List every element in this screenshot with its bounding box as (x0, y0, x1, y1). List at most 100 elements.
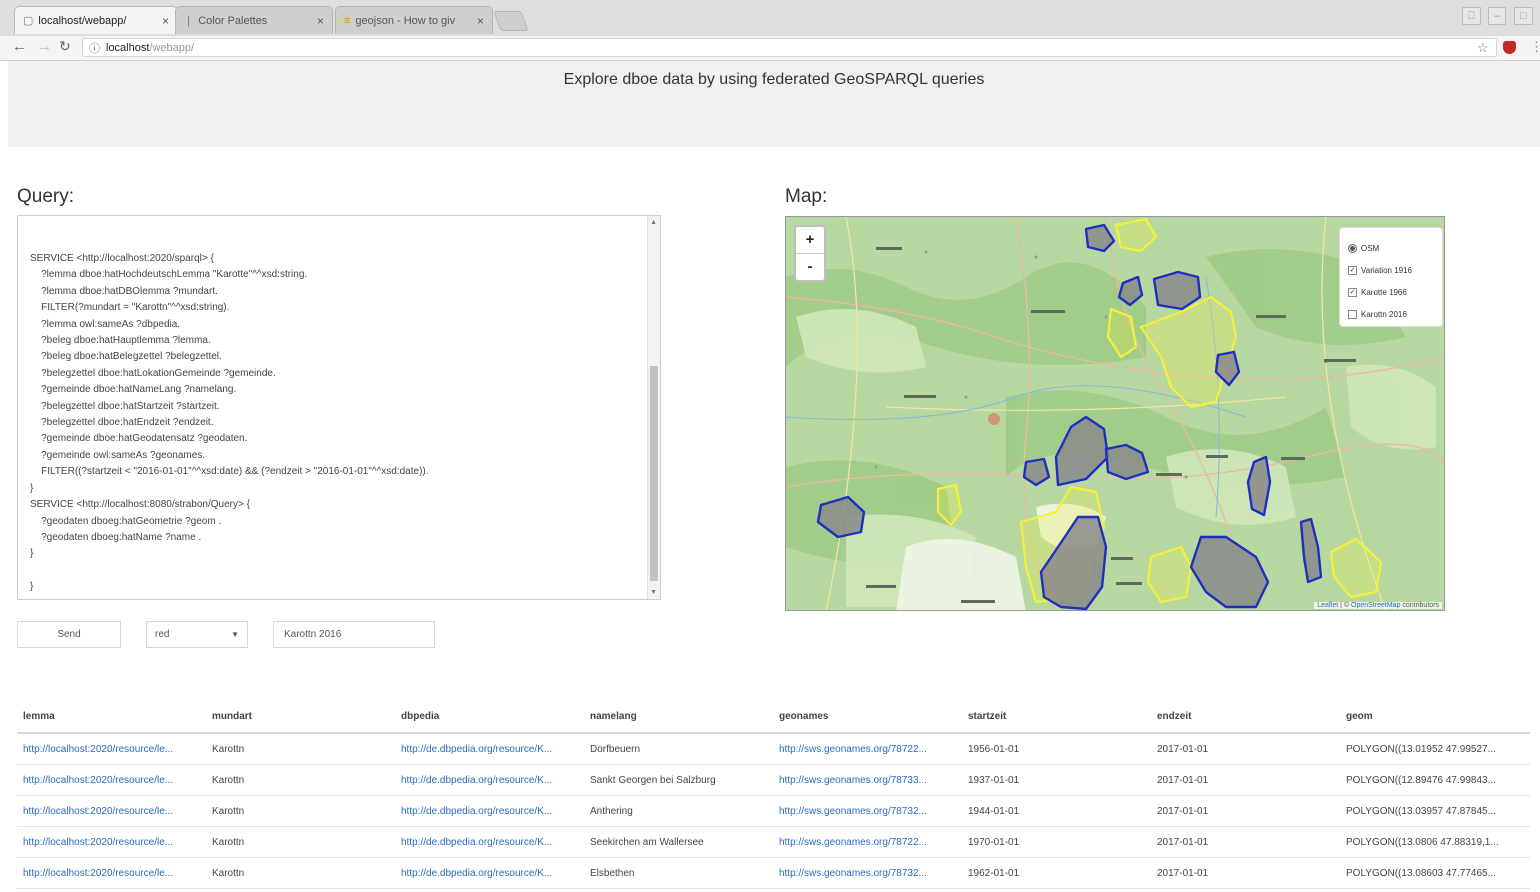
layer-control: OSM ✓ Variation 1916 ✓ Karotte 1966 Karo… (1339, 227, 1443, 327)
address-path: /webapp/ (149, 41, 195, 54)
minimize-icon[interactable]: – (1488, 7, 1507, 25)
radio-selected-icon[interactable] (1348, 243, 1357, 253)
endzeit-cell: 2017-01-01 (1157, 805, 1209, 817)
dbpedia-link[interactable]: http://de.dbpedia.org/resource/K... (395, 868, 584, 879)
scroll-thumb[interactable] (650, 366, 658, 581)
query-editor[interactable]: SERVICE <http://localhost:2020/sparql> {… (17, 215, 661, 600)
column-header[interactable]: geonames (773, 711, 962, 722)
page-header: Explore dboe data by using federated Geo… (8, 61, 1540, 147)
lemma-link[interactable]: http://localhost:2020/resource/le... (17, 775, 206, 786)
editor-scrollbar[interactable]: ▲ ▼ (647, 216, 660, 599)
mundart-cell: Karottn (212, 836, 245, 848)
layer-name-input[interactable]: Karottn 2016 (273, 621, 435, 648)
lemma-link[interactable]: http://localhost:2020/resource/le... (17, 837, 206, 848)
maximize-icon[interactable]: □ (1514, 7, 1533, 25)
user-profile-icon[interactable]: ⎕ (1462, 7, 1481, 25)
mundart-cell: Karottn (212, 805, 245, 817)
close-tab-icon[interactable]: × (317, 14, 324, 28)
column-header[interactable]: namelang (584, 711, 773, 722)
lemma-link[interactable]: http://localhost:2020/resource/le... (17, 868, 206, 879)
column-header[interactable]: lemma (17, 711, 206, 722)
browser-tab-color-palettes[interactable]: ❘ Color Palettes × (175, 6, 333, 34)
attribution-tail: contributors (1400, 602, 1439, 609)
close-tab-icon[interactable]: × (477, 14, 484, 28)
back-icon[interactable]: ← (12, 38, 27, 55)
chevron-down-icon: ▼ (231, 630, 239, 639)
zoom-in-button[interactable]: + (796, 227, 824, 253)
table-row: http://localhost:2020/resource/le... Kar… (17, 796, 1530, 827)
column-header[interactable]: geom (1340, 711, 1529, 722)
dbpedia-link[interactable]: http://de.dbpedia.org/resource/K... (395, 806, 584, 817)
geonames-link[interactable]: http://sws.geonames.org/78732... (773, 868, 962, 879)
color-select[interactable]: red ▼ (146, 621, 248, 648)
browser-menu-icon[interactable]: ⋮ (1530, 39, 1540, 55)
startzeit-cell: 1944-01-01 (968, 805, 1020, 817)
startzeit-cell: 1962-01-01 (968, 867, 1020, 879)
startzeit-cell: 1970-01-01 (968, 836, 1020, 848)
namelang-cell: Anthering (590, 805, 633, 817)
color-select-value: red (155, 629, 170, 640)
map-view[interactable]: + - OSM ✓ Variation 1916 ✓ Karotte 1966 … (785, 216, 1445, 611)
layer-option-base[interactable]: OSM (1348, 237, 1442, 259)
scroll-up-icon[interactable]: ▲ (650, 219, 657, 226)
extension-shield-icon[interactable] (1503, 41, 1516, 54)
osm-link[interactable]: OpenStreetMap (1351, 602, 1400, 609)
geonames-link[interactable]: http://sws.geonames.org/78732... (773, 806, 962, 817)
query-heading: Query: (17, 186, 75, 207)
column-header[interactable]: mundart (206, 711, 395, 722)
lemma-link[interactable]: http://localhost:2020/resource/le... (17, 806, 206, 817)
geom-cell: POLYGON((13.0806 47.88319,1... (1346, 836, 1499, 848)
forward-icon[interactable]: → (37, 38, 52, 55)
zoom-out-button[interactable]: - (796, 253, 824, 280)
bookmark-star-icon[interactable]: ☆ (1477, 40, 1489, 56)
table-header-row: lemma mundart dbpedia namelang geonames … (17, 700, 1530, 734)
page-title: Explore dboe data by using federated Geo… (563, 71, 985, 88)
namelang-cell: Sankt Georgen bei Salzburg (590, 774, 716, 786)
send-button[interactable]: Send (17, 621, 121, 648)
address-host: localhost (106, 41, 150, 54)
close-tab-icon[interactable]: × (162, 14, 169, 28)
dbpedia-link[interactable]: http://de.dbpedia.org/resource/K... (395, 744, 584, 755)
startzeit-cell: 1937-01-01 (968, 774, 1020, 786)
table-row: http://localhost:2020/resource/le... Kar… (17, 734, 1530, 765)
mundart-cell: Karottn (212, 774, 245, 786)
info-icon[interactable]: ⓘ (89, 40, 100, 56)
endzeit-cell: 2017-01-01 (1157, 774, 1209, 786)
page-icon: ▢ (23, 15, 34, 27)
layer-label: OSM (1361, 243, 1380, 253)
palette-icon: ❘ (184, 15, 194, 27)
checkbox-checked[interactable]: ✓ (1348, 265, 1357, 275)
browser-tab-strip: ▢ localhost/webapp/ × ❘ Color Palettes ×… (0, 0, 1540, 37)
endzeit-cell: 2017-01-01 (1157, 743, 1209, 755)
browser-tab-geojson[interactable]: ≡ geojson - How to giv × (335, 6, 493, 34)
geonames-link[interactable]: http://sws.geonames.org/78722... (773, 837, 962, 848)
browser-toolbar: ← → ↻ ⓘ localhost/webapp/ ☆ ⋮ (0, 36, 1540, 61)
namelang-cell: Dorfbeuern (590, 743, 641, 755)
column-header[interactable]: endzeit (1151, 711, 1340, 722)
layer-option-overlay[interactable]: Karottn 2016 (1348, 303, 1442, 325)
query-text[interactable]: SERVICE <http://localhost:2020/sparql> {… (30, 251, 429, 596)
new-tab-button[interactable] (493, 11, 529, 31)
tab-label: geojson - How to giv (355, 14, 456, 27)
layer-option-overlay[interactable]: ✓ Variation 1916 (1348, 259, 1442, 281)
dbpedia-link[interactable]: http://de.dbpedia.org/resource/K... (395, 837, 584, 848)
geonames-link[interactable]: http://sws.geonames.org/78733... (773, 775, 962, 786)
namelang-cell: Seekirchen am Wallersee (590, 836, 704, 848)
checkbox-unchecked[interactable] (1348, 309, 1357, 319)
geonames-link[interactable]: http://sws.geonames.org/78722... (773, 744, 962, 755)
reload-icon[interactable]: ↻ (59, 38, 71, 55)
endzeit-cell: 2017-01-01 (1157, 867, 1209, 879)
leaflet-link[interactable]: Leaflet (1317, 602, 1338, 609)
column-header[interactable]: startzeit (962, 711, 1151, 722)
dbpedia-link[interactable]: http://de.dbpedia.org/resource/K... (395, 775, 584, 786)
column-header[interactable]: dbpedia (395, 711, 584, 722)
layer-option-overlay[interactable]: ✓ Karotte 1966 (1348, 281, 1442, 303)
checkbox-checked[interactable]: ✓ (1348, 287, 1357, 297)
address-bar[interactable]: ⓘ localhost/webapp/ (82, 38, 1497, 57)
results-table: lemma mundart dbpedia namelang geonames … (17, 700, 1530, 889)
stackoverflow-icon: ≡ (344, 14, 351, 27)
lemma-link[interactable]: http://localhost:2020/resource/le... (17, 744, 206, 755)
scroll-down-icon[interactable]: ▼ (650, 589, 657, 596)
mundart-cell: Karottn (212, 743, 245, 755)
browser-tab-webapp[interactable]: ▢ localhost/webapp/ × (14, 6, 178, 34)
